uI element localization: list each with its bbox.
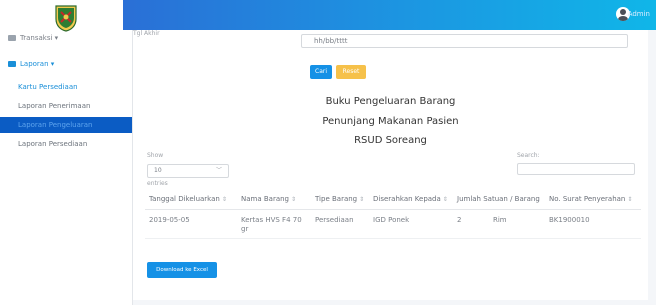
sidebar-item-laporan-persediaan[interactable]: Laporan Persediaan	[0, 136, 132, 152]
sidebar-item-transaksi[interactable]: Transaksi ▾	[0, 30, 132, 46]
sidebar-item-label: Transaksi ▾	[20, 34, 59, 42]
entries-label: entries	[147, 180, 168, 187]
cari-button[interactable]: Cari	[310, 65, 332, 79]
cell-diserahkan-kepada: IGD Ponek	[369, 209, 453, 239]
report-title: Buku Pengeluaran Barang	[325, 96, 456, 107]
sort-icon: ⇕	[442, 196, 448, 203]
user-name[interactable]: Admin	[628, 10, 650, 18]
cell-jumlah: 2	[453, 209, 489, 239]
cell-tanggal: 2019-05-05	[145, 209, 237, 239]
folder-icon	[8, 61, 16, 67]
regency-logo	[55, 5, 77, 32]
download-excel-button[interactable]: Download ke Excel	[147, 262, 217, 278]
col-header-jumlah-satuan[interactable]: Jumlah Satuan / Barang	[453, 193, 545, 210]
sidebar-item-label: Laporan ▾	[20, 60, 55, 68]
cell-tipe-barang: Persediaan	[311, 209, 369, 239]
col-header-no-surat[interactable]: No. Surat Penyerahan ⇕	[545, 193, 641, 210]
table-header-row: Tanggal Dikeluarkan ⇕ Nama Barang ⇕ Tipe B…	[145, 193, 641, 210]
date-input[interactable]: hh/bb/tttt	[301, 34, 628, 48]
search-input[interactable]	[517, 163, 635, 175]
sidebar-item-laporan-penerimaan[interactable]: Laporan Penerimaan	[0, 98, 132, 114]
sidebar-item-laporan-pengeluaran[interactable]: Laporan Pengeluaran	[0, 117, 132, 133]
report-table: Tanggal Dikeluarkan ⇕ Nama Barang ⇕ Tipe B…	[145, 193, 641, 239]
date-label: Tgl Akhir	[133, 30, 160, 37]
folder-icon	[8, 35, 16, 41]
col-header-nama-barang[interactable]: Nama Barang ⇕	[237, 193, 311, 210]
report-subtitle: Penunjang Makanan Pasien	[322, 116, 459, 127]
report-hospital: RSUD Soreang	[354, 135, 427, 146]
sidebar-item-kartu-persediaan[interactable]: Kartu Persediaan	[0, 79, 132, 95]
sort-icon: ⇕	[627, 196, 633, 203]
cell-satuan: Rim	[489, 209, 545, 239]
report-card: Tgl Akhir hh/bb/tttt Cari Reset Buku Pen…	[133, 30, 648, 300]
sort-icon: ⇕	[359, 196, 365, 203]
col-header-diserahkan-kepada[interactable]: Diserahkan Kepada ⇕	[369, 193, 453, 210]
logo-area	[0, 0, 132, 34]
cell-nama-barang: Kertas HVS F4 70 gr	[237, 209, 311, 239]
reset-button[interactable]: Reset	[336, 65, 366, 79]
col-header-tanggal[interactable]: Tanggal Dikeluarkan ⇕	[145, 193, 237, 210]
search-label: Search:	[517, 152, 540, 159]
sort-icon: ⇕	[221, 196, 227, 203]
entries-select[interactable]: 10 ﹀	[147, 164, 229, 178]
cell-no-surat: BK1900010	[545, 209, 641, 239]
col-header-tipe-barang[interactable]: Tipe Barang ⇕	[311, 193, 369, 210]
chevron-down-icon: ﹀	[215, 167, 222, 174]
sidebar: Transaksi ▾ Laporan ▾ Kartu Persediaan L…	[0, 0, 133, 305]
entries-value: 10	[154, 167, 162, 174]
table-row: 2019-05-05 Kertas HVS F4 70 gr Persediaa…	[145, 209, 641, 239]
topbar: Admin	[123, 0, 656, 30]
show-label: Show	[147, 152, 164, 159]
sort-icon: ⇕	[291, 196, 297, 203]
sidebar-item-laporan[interactable]: Laporan ▾	[0, 56, 132, 72]
